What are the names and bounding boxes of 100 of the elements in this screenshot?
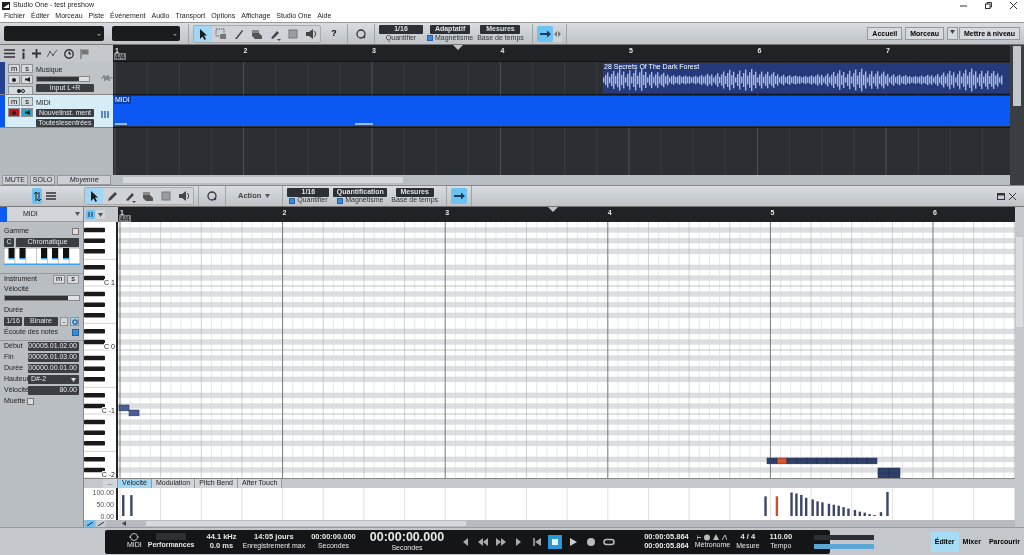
velocity-slider[interactable] [5, 296, 68, 300]
info-icon [21, 48, 26, 59]
monitor-button[interactable] [21, 108, 33, 117]
fold-button[interactable] [96, 210, 105, 219]
instrument-icon [101, 111, 110, 118]
midi-note[interactable] [776, 457, 788, 465]
velocity-bar[interactable] [816, 501, 819, 516]
monitor-button[interactable] [21, 75, 33, 84]
caret-icon [71, 377, 76, 382]
follow-button[interactable] [536, 25, 553, 42]
fold-icon [98, 212, 103, 217]
midi-note[interactable] [118, 404, 130, 412]
note-view-button[interactable] [86, 210, 95, 219]
midi-note[interactable] [846, 457, 858, 465]
transport-button[interactable] [548, 534, 563, 549]
flag-icon [80, 48, 89, 59]
midi-note[interactable] [806, 457, 818, 465]
mute-icon [286, 26, 300, 41]
automation-icon [47, 49, 58, 58]
checkbox[interactable] [72, 228, 79, 235]
sort-button[interactable] [32, 188, 42, 204]
velocity-bar[interactable] [879, 512, 883, 516]
dot-icon [12, 77, 16, 82]
velocity-bar[interactable] [832, 504, 835, 516]
caret-icon [265, 194, 271, 198]
scroll-left-icon [122, 521, 126, 527]
midi-note[interactable] [856, 457, 868, 465]
metronome-icon [697, 533, 728, 541]
velocity-bar[interactable] [790, 492, 793, 516]
line-icon [98, 521, 104, 526]
velocity-bar[interactable] [863, 512, 866, 516]
follow-button[interactable] [451, 188, 468, 204]
eraser-icon [141, 189, 155, 203]
quantize-icon [206, 190, 218, 202]
midi-note[interactable] [766, 457, 778, 465]
mute-icon [159, 189, 173, 203]
restore-icon [984, 2, 992, 9]
rewind-icon [477, 535, 490, 548]
velocity-bar[interactable] [847, 508, 850, 516]
scrollbar-thumb[interactable] [146, 521, 466, 526]
detach-icon [997, 192, 1005, 200]
draw-button[interactable] [96, 520, 106, 527]
performance-meter [156, 533, 187, 541]
stereo-icon [16, 88, 25, 93]
speaker-icon [24, 77, 30, 82]
speaker-icon [24, 110, 30, 115]
checkbox[interactable] [289, 197, 296, 204]
velocity-bar[interactable] [811, 499, 814, 516]
record-button[interactable] [8, 108, 20, 117]
velocity-bar[interactable] [853, 510, 857, 516]
velocity-bar[interactable] [122, 495, 125, 516]
checkbox[interactable] [72, 329, 79, 336]
velocity-bar[interactable] [775, 496, 779, 516]
close-icon [1009, 2, 1017, 9]
dot-icon [12, 110, 16, 115]
checkbox[interactable] [27, 398, 35, 405]
midi-note[interactable] [816, 457, 828, 465]
midi-note[interactable] [826, 457, 838, 465]
speaker-icon [177, 189, 191, 203]
checkbox[interactable] [337, 197, 344, 204]
bars-icon [88, 212, 93, 217]
minimize-icon [959, 2, 967, 9]
menu-icon [4, 49, 15, 58]
velocity-bar[interactable] [837, 505, 840, 516]
caret-icon [75, 212, 80, 216]
caret-icon[interactable] [947, 27, 959, 40]
record-button[interactable] [8, 75, 20, 84]
scrollbar-thumb[interactable] [123, 177, 403, 183]
expand-icon [553, 30, 561, 37]
draw-button[interactable] [85, 520, 95, 527]
midi-icon [129, 533, 140, 542]
checkbox[interactable] [427, 35, 433, 41]
velocity-bar[interactable] [827, 503, 831, 516]
time-display: 00:00:00.000 [369, 531, 445, 544]
velocity-bar[interactable] [804, 497, 808, 516]
waveform-icon [101, 74, 113, 82]
clock-icon [64, 48, 74, 59]
help-button[interactable]: ? [325, 25, 343, 42]
midi-note[interactable] [786, 457, 798, 465]
velocity-bar[interactable] [800, 494, 803, 516]
velocity-bar[interactable] [858, 511, 862, 516]
volume-meter [36, 76, 90, 82]
level-meter [814, 534, 875, 540]
midi-note[interactable] [836, 457, 848, 465]
quantize-toggle[interactable] [70, 317, 79, 326]
tool-button[interactable] [85, 188, 103, 204]
scrollbar-thumb[interactable] [1013, 46, 1021, 106]
midi-note[interactable] [866, 457, 878, 465]
sort-icon [33, 191, 41, 201]
speaker-icon [304, 26, 318, 41]
selection-icon [214, 26, 228, 41]
midi-note[interactable] [128, 409, 140, 417]
line-icon [87, 521, 93, 526]
midi-note[interactable] [796, 457, 808, 465]
velocity-bar[interactable] [821, 502, 824, 516]
stereo-button[interactable] [8, 86, 33, 95]
velocity-bar[interactable] [795, 493, 798, 516]
list-icon [46, 192, 56, 200]
tool-button[interactable] [194, 25, 212, 42]
return-to-start-icon [531, 535, 544, 548]
